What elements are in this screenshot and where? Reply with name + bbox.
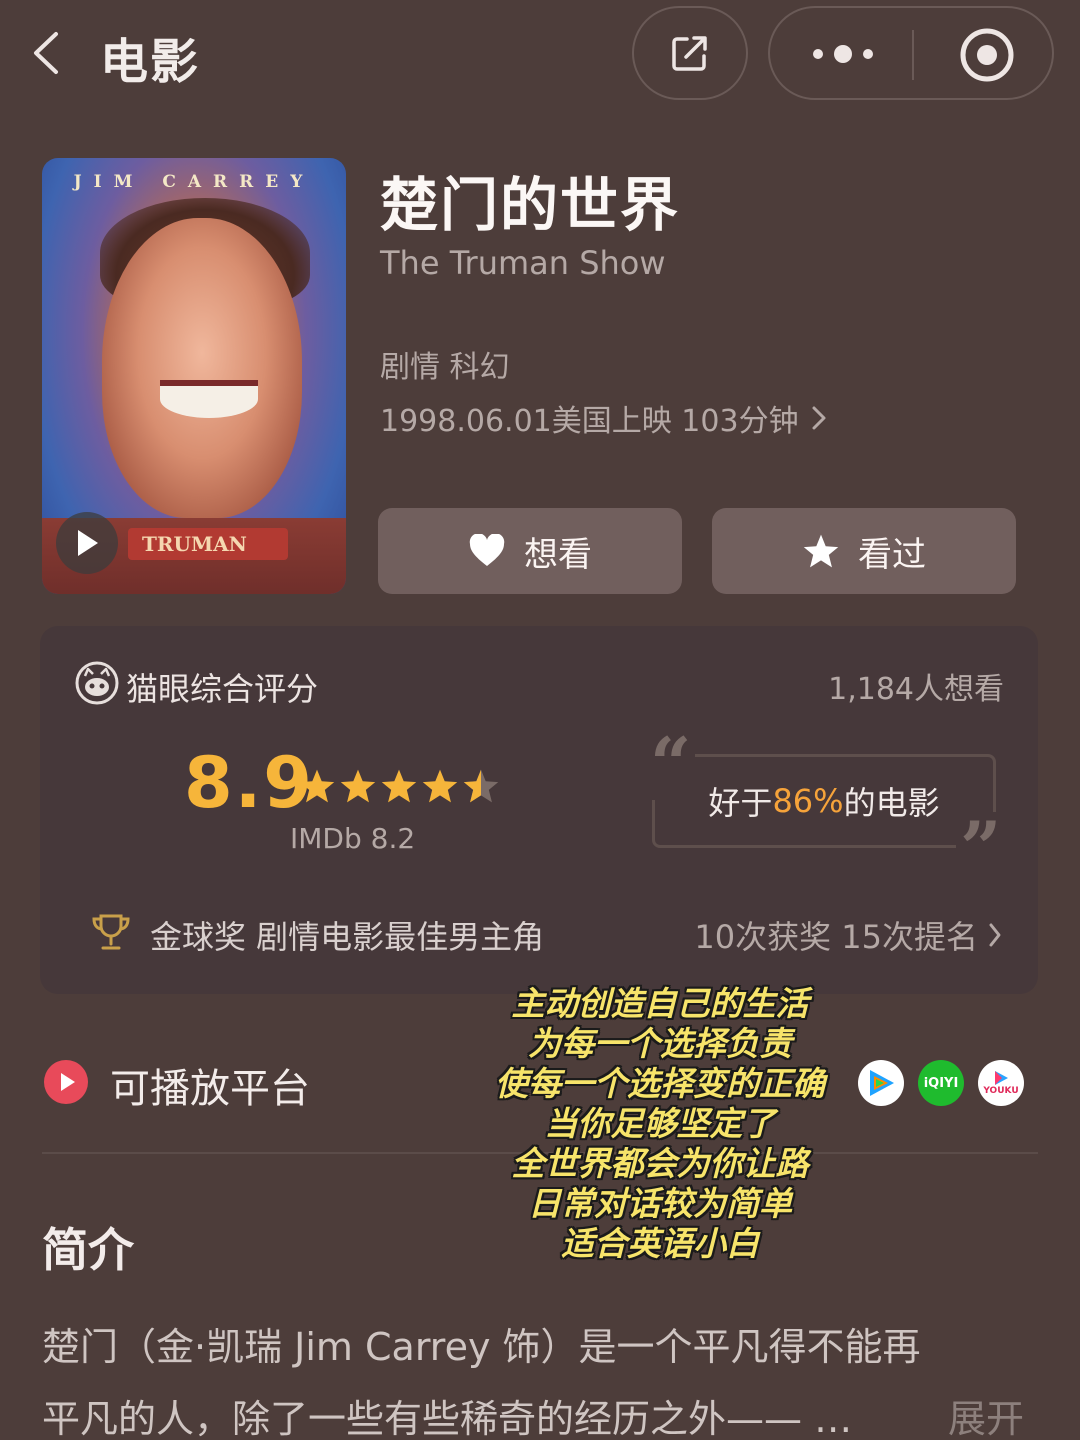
star-full-icon bbox=[381, 769, 417, 803]
maoyan-cat-icon bbox=[75, 661, 119, 705]
caption-line: 全世界都会为你让路 bbox=[511, 1144, 809, 1183]
star-full-icon bbox=[422, 769, 458, 803]
overlay-caption: 主动创造自己的生活 为每一个选择负责 使每一个选择变的正确 当你足够坚定了 全世… bbox=[470, 984, 850, 1264]
heart-icon bbox=[469, 534, 505, 566]
movie-title-en: The Truman Show bbox=[380, 244, 666, 282]
award-text: 金球奖 剧情电影最佳男主角 bbox=[150, 918, 545, 956]
want-label: 想看 bbox=[524, 534, 592, 575]
chevron-right-icon bbox=[812, 406, 826, 430]
star-icon bbox=[803, 534, 839, 568]
better-than-percent: 86% bbox=[772, 782, 844, 820]
poster-smile bbox=[160, 380, 258, 418]
release-info-link[interactable]: 1998.06.01美国上映 103分钟 bbox=[380, 396, 827, 440]
share-icon bbox=[672, 36, 707, 71]
iqiyi-logo-text: iQIYI bbox=[923, 1075, 959, 1091]
close-miniprogram-icon[interactable] bbox=[958, 26, 1016, 84]
star-full-icon bbox=[340, 769, 376, 803]
back-arrow-icon[interactable] bbox=[28, 28, 68, 78]
share-button[interactable] bbox=[632, 6, 748, 100]
movie-genre: 剧情 科幻 bbox=[380, 350, 510, 385]
caption-line: 当你足够坚定了 bbox=[544, 1104, 776, 1143]
youku-play-logo bbox=[995, 1071, 1008, 1085]
capsule-divider bbox=[912, 30, 914, 80]
nav-header: 电影 bbox=[0, 0, 1080, 110]
movie-title-cn: 楚门的世界 bbox=[380, 171, 681, 239]
expand-synopsis-button[interactable]: 展开 bbox=[948, 1388, 1024, 1440]
release-info: 1998.06.01美国上映 103分钟 bbox=[380, 404, 799, 439]
quote-close-icon: ” bbox=[956, 812, 1006, 884]
star-rating bbox=[298, 768, 503, 804]
youku-logo-text: YOUKU bbox=[983, 1086, 1019, 1096]
page-title: 电影 bbox=[100, 34, 201, 90]
synopsis-line: 楚门（金·凯瑞 Jim Carrey 饰）是一个平凡得不能再 bbox=[42, 1325, 921, 1369]
rating-score: 8.9 bbox=[184, 742, 315, 824]
caption-line: 主动创造自己的生活 bbox=[511, 984, 809, 1023]
play-icon bbox=[78, 530, 98, 556]
award-count: 10次获奖 15次提名 bbox=[694, 918, 978, 956]
imdb-score: IMDb 8.2 bbox=[290, 822, 416, 855]
awards-link[interactable]: 10次获奖 15次提名 bbox=[694, 912, 1002, 958]
caption-line: 日常对话较为简单 bbox=[528, 1184, 792, 1223]
quote-open-icon: “ bbox=[646, 728, 696, 800]
synopsis-line: 平凡的人，除了一些有些稀奇的经历之外—— … bbox=[42, 1397, 853, 1440]
iqiyi-icon[interactable]: iQIYI bbox=[918, 1060, 964, 1106]
rating-label: 猫眼综合评分 bbox=[126, 670, 319, 708]
synopsis-title: 简介 bbox=[42, 1223, 134, 1277]
seen-label: 看过 bbox=[858, 534, 926, 575]
want-to-watch-button[interactable]: 想看 bbox=[378, 508, 682, 594]
tencent-video-icon[interactable] bbox=[858, 1060, 904, 1106]
rating-card: 猫眼综合评分 1,184人想看 8.9 IMDb 8.2 好于 86% 的电影 “ … bbox=[40, 626, 1038, 994]
better-than-prefix: 好于 bbox=[708, 784, 773, 822]
poster-actor-name: JIM CARREY bbox=[73, 172, 315, 192]
caption-line: 适合英语小白 bbox=[561, 1224, 759, 1263]
mini-program-capsule bbox=[768, 6, 1054, 100]
watched-button[interactable]: 看过 bbox=[712, 508, 1016, 594]
star-half-icon bbox=[463, 769, 499, 803]
trophy-icon bbox=[92, 914, 130, 950]
poster-banner: TRUMAN bbox=[128, 528, 288, 560]
want-count: 1,184人想看 bbox=[828, 672, 1004, 707]
tencent-video-logo bbox=[870, 1070, 894, 1096]
star-full-icon bbox=[299, 769, 335, 803]
play-circle-icon bbox=[44, 1060, 88, 1104]
chevron-right-icon bbox=[989, 923, 1001, 947]
poster-face bbox=[102, 218, 302, 518]
more-options-icon[interactable] bbox=[808, 34, 878, 74]
better-than-box: 好于 86% 的电影 bbox=[652, 754, 996, 848]
better-than-suffix: 的电影 bbox=[843, 784, 940, 822]
youku-icon[interactable]: YOUKU bbox=[978, 1060, 1024, 1106]
caption-line: 为每一个选择负责 bbox=[528, 1024, 792, 1063]
platforms-label: 可播放平台 bbox=[110, 1066, 310, 1112]
movie-poster[interactable]: JIM CARREY TRUMAN bbox=[42, 158, 346, 594]
caption-line: 使每一个选择变的正确 bbox=[495, 1064, 825, 1103]
trailer-play-button[interactable] bbox=[56, 512, 118, 574]
